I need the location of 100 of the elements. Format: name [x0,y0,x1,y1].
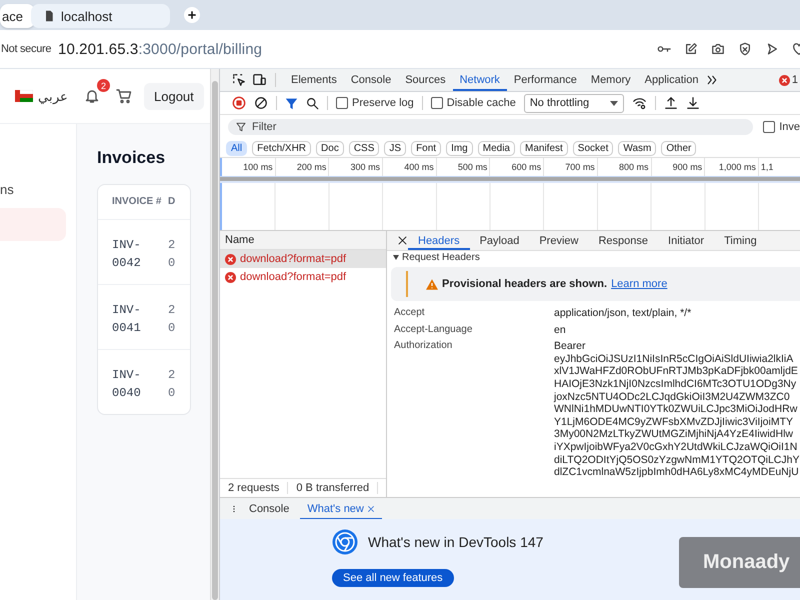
download-icon[interactable] [686,96,700,110]
devtools-logo-icon [332,529,358,555]
column-header: INVOICE # [112,195,162,209]
type-filter-chip[interactable]: Manifest [520,140,568,156]
caret-icon [610,100,618,106]
type-filter-chip[interactable]: Socket [572,140,614,156]
header-name: Accept-Language [394,324,474,336]
type-filter-chip[interactable]: Font [411,140,442,156]
detail-tab[interactable]: Response [588,231,658,250]
play-icon[interactable] [765,42,779,56]
header-name: Accept [394,307,426,320]
funnel-icon [236,122,246,132]
header-value: WNlNi1hMDUwNTI0YTk0ZWUiLCJpc3MiOiJodHRw [554,403,798,416]
table-cell-text: 2 0 [168,237,176,272]
browser-tab[interactable]: localhost [30,4,170,28]
plus-icon[interactable] [186,10,197,20]
sidebar-item[interactable]: ns [0,182,76,202]
header-value: Y1LjM6ODE4MC9yZWFsbXMvZDJjIiwic3ViIjoiMTY [554,416,794,428]
table-cell-text: 2 0 [168,302,176,337]
detail-tab[interactable]: Timing [714,231,767,250]
cart-icon[interactable] [116,88,132,104]
edit-icon[interactable] [684,42,698,56]
type-filter-chip[interactable]: Doc [316,140,344,156]
disable-cache-checkbox[interactable]: Disable cache [430,97,516,109]
camera-icon[interactable] [711,42,725,56]
type-filter-chip[interactable]: Img [446,140,473,156]
header-value: diLTQ2ODItYjQ5OS0zYzgwNmM1YTQ2OTQiLCJhY [554,454,800,466]
record-icon[interactable] [232,96,246,110]
type-filter-chip[interactable]: Media [478,140,515,156]
preserve-log-checkbox[interactable]: Preserve log [336,97,414,109]
learn-more-link[interactable]: Learn more [611,278,668,290]
network-conditions-icon[interactable] [632,96,647,110]
error-count[interactable]: 1 [792,74,798,86]
filter-field[interactable]: Filter [228,119,754,135]
detail-tab[interactable]: Initiator [658,231,714,250]
header-value: Bearer [554,340,587,353]
throttling-select[interactable]: No throttling [524,94,624,112]
type-filter-chip[interactable]: Fetch/XHR [252,140,312,156]
drawer-tab[interactable]: Console [242,498,296,520]
detail-tab[interactable]: Headers [408,231,470,250]
table-cell-text: INV-0041 [112,302,142,337]
detail-tab[interactable]: Preview [529,231,588,250]
inspect-icon[interactable] [232,73,246,87]
panel-tab[interactable]: Console [344,69,398,91]
type-filter-chip[interactable]: Other [661,140,696,156]
panel-tab[interactable]: Network [452,69,507,91]
header-value: en [554,324,566,336]
header-value: joxNzc5NTU4ODc2LCJqdGkiOiI3M2U4ZWM3ZC0 [554,390,791,404]
filter-icon[interactable] [285,96,298,110]
language-link[interactable]: عربي [38,88,68,104]
device-icon[interactable] [252,73,267,87]
flag-icon [15,90,33,102]
column-header[interactable]: Name [220,231,386,250]
request-row[interactable]: download?format=pdf [220,268,386,286]
warning-text: Provisional headers are shown. [442,278,608,290]
column-header: D [168,195,176,209]
notification-badge: 2 [97,79,110,92]
type-filter-chip[interactable]: Wasm [618,140,656,156]
bell-icon[interactable] [84,88,100,104]
header-name: Authorization [394,340,454,354]
status-text: 0 B transferred [288,482,378,494]
section-header[interactable]: Request Headers [402,252,480,262]
panel-tab[interactable]: Memory [584,69,638,91]
see-features-button[interactable]: See all new features [332,569,454,587]
type-filter-chip[interactable]: CSS [348,140,380,156]
status-text: 2 requests [220,482,288,494]
header-value: eyJhbGciOiJSUzI1NiIsInR5cCIgOiAiSldUIiwia2lkIiA [554,352,794,366]
browser-tab[interactable]: ace [0,4,35,28]
table-cell-text: INV-0042 [112,237,142,272]
table-cell-text: INV-0040 [112,367,142,402]
panel-tab[interactable]: Elements [284,69,344,91]
upload-icon[interactable] [664,96,678,110]
type-filter-chip[interactable]: JS [384,140,406,156]
security-label[interactable]: Not secure [1,43,58,55]
address-field[interactable]: 10.201.65.3:3000/portal/billing [58,40,262,58]
close-icon[interactable] [397,235,408,246]
new-tab-button[interactable] [184,7,200,23]
panel-tab[interactable]: Sources [398,69,453,91]
clear-icon[interactable] [254,96,268,110]
header-value: xlV1JWaHFZd0RObUFnRTJMb3pKaDFjbk00amljdE [554,365,799,378]
panel-tab[interactable]: Application [638,69,706,91]
error-icon [225,272,236,282]
header-value: dlZC1vcmlnaW5zIjpbImh0dHA6Ly8xMC4yMDEuNjU [554,466,800,479]
header-value: HAIOjE3Nzk1NjI0NzcsImlhdCI6MTc3OTU1ODg3Ny [554,378,798,391]
panel-tab[interactable]: Performance [506,69,584,91]
expand-triangle-icon[interactable] [393,254,399,260]
scrollbar[interactable] [210,69,219,600]
drawer-tab[interactable]: What's new [300,498,382,520]
search-icon[interactable] [306,96,319,110]
type-filter-chip[interactable]: All [226,140,248,156]
header-value: iYXpwIjoibWFya2V0cGxhY2UtdWkiLCJzaWQiOiI1N [554,440,798,454]
warning-icon [426,278,438,290]
shield-icon[interactable] [738,42,752,56]
error-icon [778,74,790,86]
request-row[interactable]: download?format=pdf [220,250,386,268]
logout-button[interactable]: Logout [144,82,204,110]
header-value: 3My00N2MzLTkyZWUtMGZiMjhiNjA4YzE4IiwidHlw [554,428,794,441]
detail-tab[interactable]: Payload [470,231,530,250]
invert-checkbox[interactable]: Inve [763,121,800,133]
page-title: Invoices [97,148,166,168]
